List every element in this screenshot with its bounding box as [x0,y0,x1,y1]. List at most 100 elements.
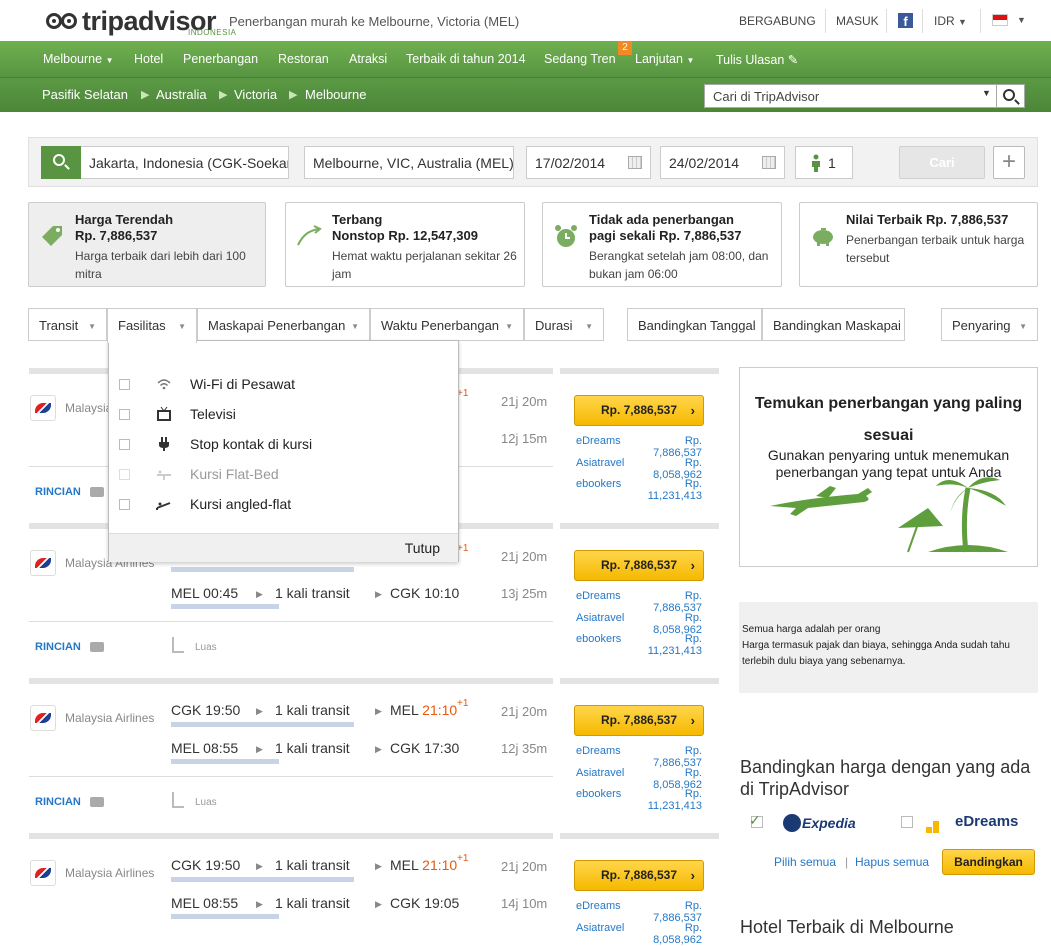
breadcrumb-australia[interactable]: Australia [156,87,207,102]
provider-price[interactable]: Rp. 11,231,413 [635,788,702,812]
checkbox[interactable] [119,499,130,510]
filter-airline[interactable]: Maskapai Penerbangan ▼ [197,308,370,341]
card-best-value[interactable]: Nilai Terbaik Rp. 7,886,537 Penerbangan … [799,202,1038,287]
filter-duration[interactable]: Durasi ▼ [524,308,604,341]
provider-price[interactable]: Rp. 11,231,413 [635,633,702,657]
search-flights-button[interactable]: Cari [899,146,985,179]
amenity-label: Wi-Fi di Pesawat [190,376,296,392]
breadcrumb-pacific[interactable]: Pasifik Selatan [42,87,128,102]
details-link[interactable]: RINCIAN [35,796,81,808]
nav-hotel[interactable]: Hotel [134,52,163,66]
amenity-wifi-option[interactable]: Wi-Fi di Pesawat [109,375,459,397]
checkbox[interactable] [119,379,130,390]
nav-melbourne[interactable]: Melbourne ▼ [43,52,113,66]
price-button[interactable]: Rp. 7,886,537 › [574,860,704,891]
amenity-tv-option[interactable]: Televisi [109,405,459,427]
nav-trending[interactable]: Sedang Tren [544,52,616,66]
destination-input[interactable]: Melbourne, VIC, Australia (MEL) [304,146,514,179]
price-button[interactable]: Rp. 7,886,537 › [574,705,704,736]
provider-link[interactable]: Asiatravel [576,767,624,779]
depart-date-input[interactable]: 17/02/2014 [526,146,651,179]
card-nonstop[interactable]: Terbang Nonstop Rp. 12,547,309 Hemat wakt… [285,202,525,287]
select-all-link[interactable]: Pilih semua [774,855,836,869]
details-link[interactable]: RINCIAN [35,486,81,498]
provider-link[interactable]: eDreams [576,900,621,912]
breadcrumb-victoria[interactable]: Victoria [234,87,277,102]
provider-price[interactable]: Rp. 7,886,537 [635,900,702,924]
nav-restaurants[interactable]: Restoran [278,52,329,66]
amenity-flat-bed-option[interactable]: Kursi Flat-Bed [109,465,459,487]
provider-price[interactable]: Rp. 7,886,537 [635,590,702,614]
provider-link[interactable]: eDreams [576,435,621,447]
facebook-icon[interactable]: f [898,13,913,29]
provider-price[interactable]: Rp. 8,058,962 [635,767,702,791]
compare-section-title: Bandingkan harga dengan yang ada di Trip… [740,757,1031,799]
nav-more[interactable]: Lanjutan ▼ [635,52,694,66]
clear-all-link[interactable]: Hapus semua [855,855,929,869]
calendar-icon[interactable] [628,156,642,169]
amenity-power-option[interactable]: Stop kontak di kursi [109,435,459,457]
provider-link[interactable]: ebookers [576,788,621,800]
provider-link[interactable]: Asiatravel [576,612,624,624]
filter-time[interactable]: Waktu Penerbangan ▼ [370,308,524,341]
compare-airlines-button[interactable]: Bandingkan Maskapai [762,308,905,341]
provider-link[interactable]: eDreams [576,745,621,757]
provider-price[interactable]: Rp. 8,058,962 [635,922,702,946]
breadcrumb-melbourne[interactable]: Melbourne [305,87,366,102]
currency-selector[interactable]: IDR ▼ [934,14,967,28]
chevron-right-icon: ▶ [256,589,263,599]
provider-link[interactable]: Asiatravel [576,922,624,934]
calendar-icon[interactable] [762,156,776,169]
filter-amenities[interactable]: Fasilitas ▼ [107,308,197,343]
seat-type-label: Luas [195,642,217,653]
price-label: Rp. 7,886,537 [600,403,678,417]
checkbox[interactable] [119,439,130,450]
chevron-down-icon[interactable]: ▼ [1017,15,1026,25]
provider-link[interactable]: eDreams [576,590,621,602]
provider-price[interactable]: Rp. 8,058,962 [635,612,702,636]
add-search-button[interactable]: + [993,146,1025,179]
details-link[interactable]: RINCIAN [35,641,81,653]
nav-best-2014[interactable]: Terbaik di tahun 2014 [406,52,526,66]
sort-filter[interactable]: Penyaring ▼ [941,308,1038,341]
card-no-early[interactable]: Tidak ada penerbangan pagi sekali Rp. 7,8… [542,202,782,287]
card-lowest-price[interactable]: Harga Terendah Rp. 7,886,537 Harga terbai… [28,202,266,287]
close-dropdown-button[interactable]: Tutup [405,540,440,556]
chevron-right-icon: ▶ [256,899,263,909]
indonesia-flag-icon[interactable] [992,14,1008,26]
provider-link[interactable]: ebookers [576,478,621,490]
site-search-button[interactable] [997,84,1025,108]
camera-icon[interactable] [90,642,104,652]
amenity-angled-flat-option[interactable]: Kursi angled-flat [109,495,459,517]
provider-price[interactable]: Rp. 7,886,537 [635,745,702,769]
nav-write-review[interactable]: Tulis Ulasan ✎ [716,52,798,67]
checkbox[interactable] [119,469,130,480]
divider [922,9,923,33]
compare-button[interactable]: Bandingkan [942,849,1035,875]
price-button[interactable]: Rp. 7,886,537 › [574,395,704,426]
provider-price[interactable]: Rp. 8,058,962 [635,457,702,481]
origin-input[interactable]: Jakarta, Indonesia (CGK-Soekarno-Hatta) [81,146,289,179]
join-link[interactable]: BERGABUNG [739,14,816,28]
provider-link[interactable]: ebookers [576,633,621,645]
site-search-input[interactable]: Cari di TripAdvisor [704,84,997,108]
provider-link[interactable]: Asiatravel [576,457,624,469]
nav-flights[interactable]: Penerbangan [183,52,258,66]
filter-transit[interactable]: Transit ▼ [28,308,107,341]
return-date-input[interactable]: 24/02/2014 [660,146,785,179]
provider-price[interactable]: Rp. 7,886,537 [635,435,702,459]
chevron-down-icon[interactable]: ▼ [982,88,991,98]
result-top-border [560,368,719,374]
login-link[interactable]: MASUK [836,14,879,28]
checkbox[interactable] [119,409,130,420]
passenger-selector[interactable]: 1 [795,146,853,179]
camera-icon[interactable] [90,487,104,497]
next-day-indicator: +1 [457,853,469,864]
nav-attractions[interactable]: Atraksi [349,52,387,66]
provider-price[interactable]: Rp. 11,231,413 [635,478,702,502]
camera-icon[interactable] [90,797,104,807]
price-button[interactable]: Rp. 7,886,537 › [574,550,704,581]
edreams-checkbox[interactable] [901,816,913,828]
outbound-duration: 21j 20m [501,549,548,564]
compare-dates-button[interactable]: Bandingkan Tanggal [627,308,762,341]
